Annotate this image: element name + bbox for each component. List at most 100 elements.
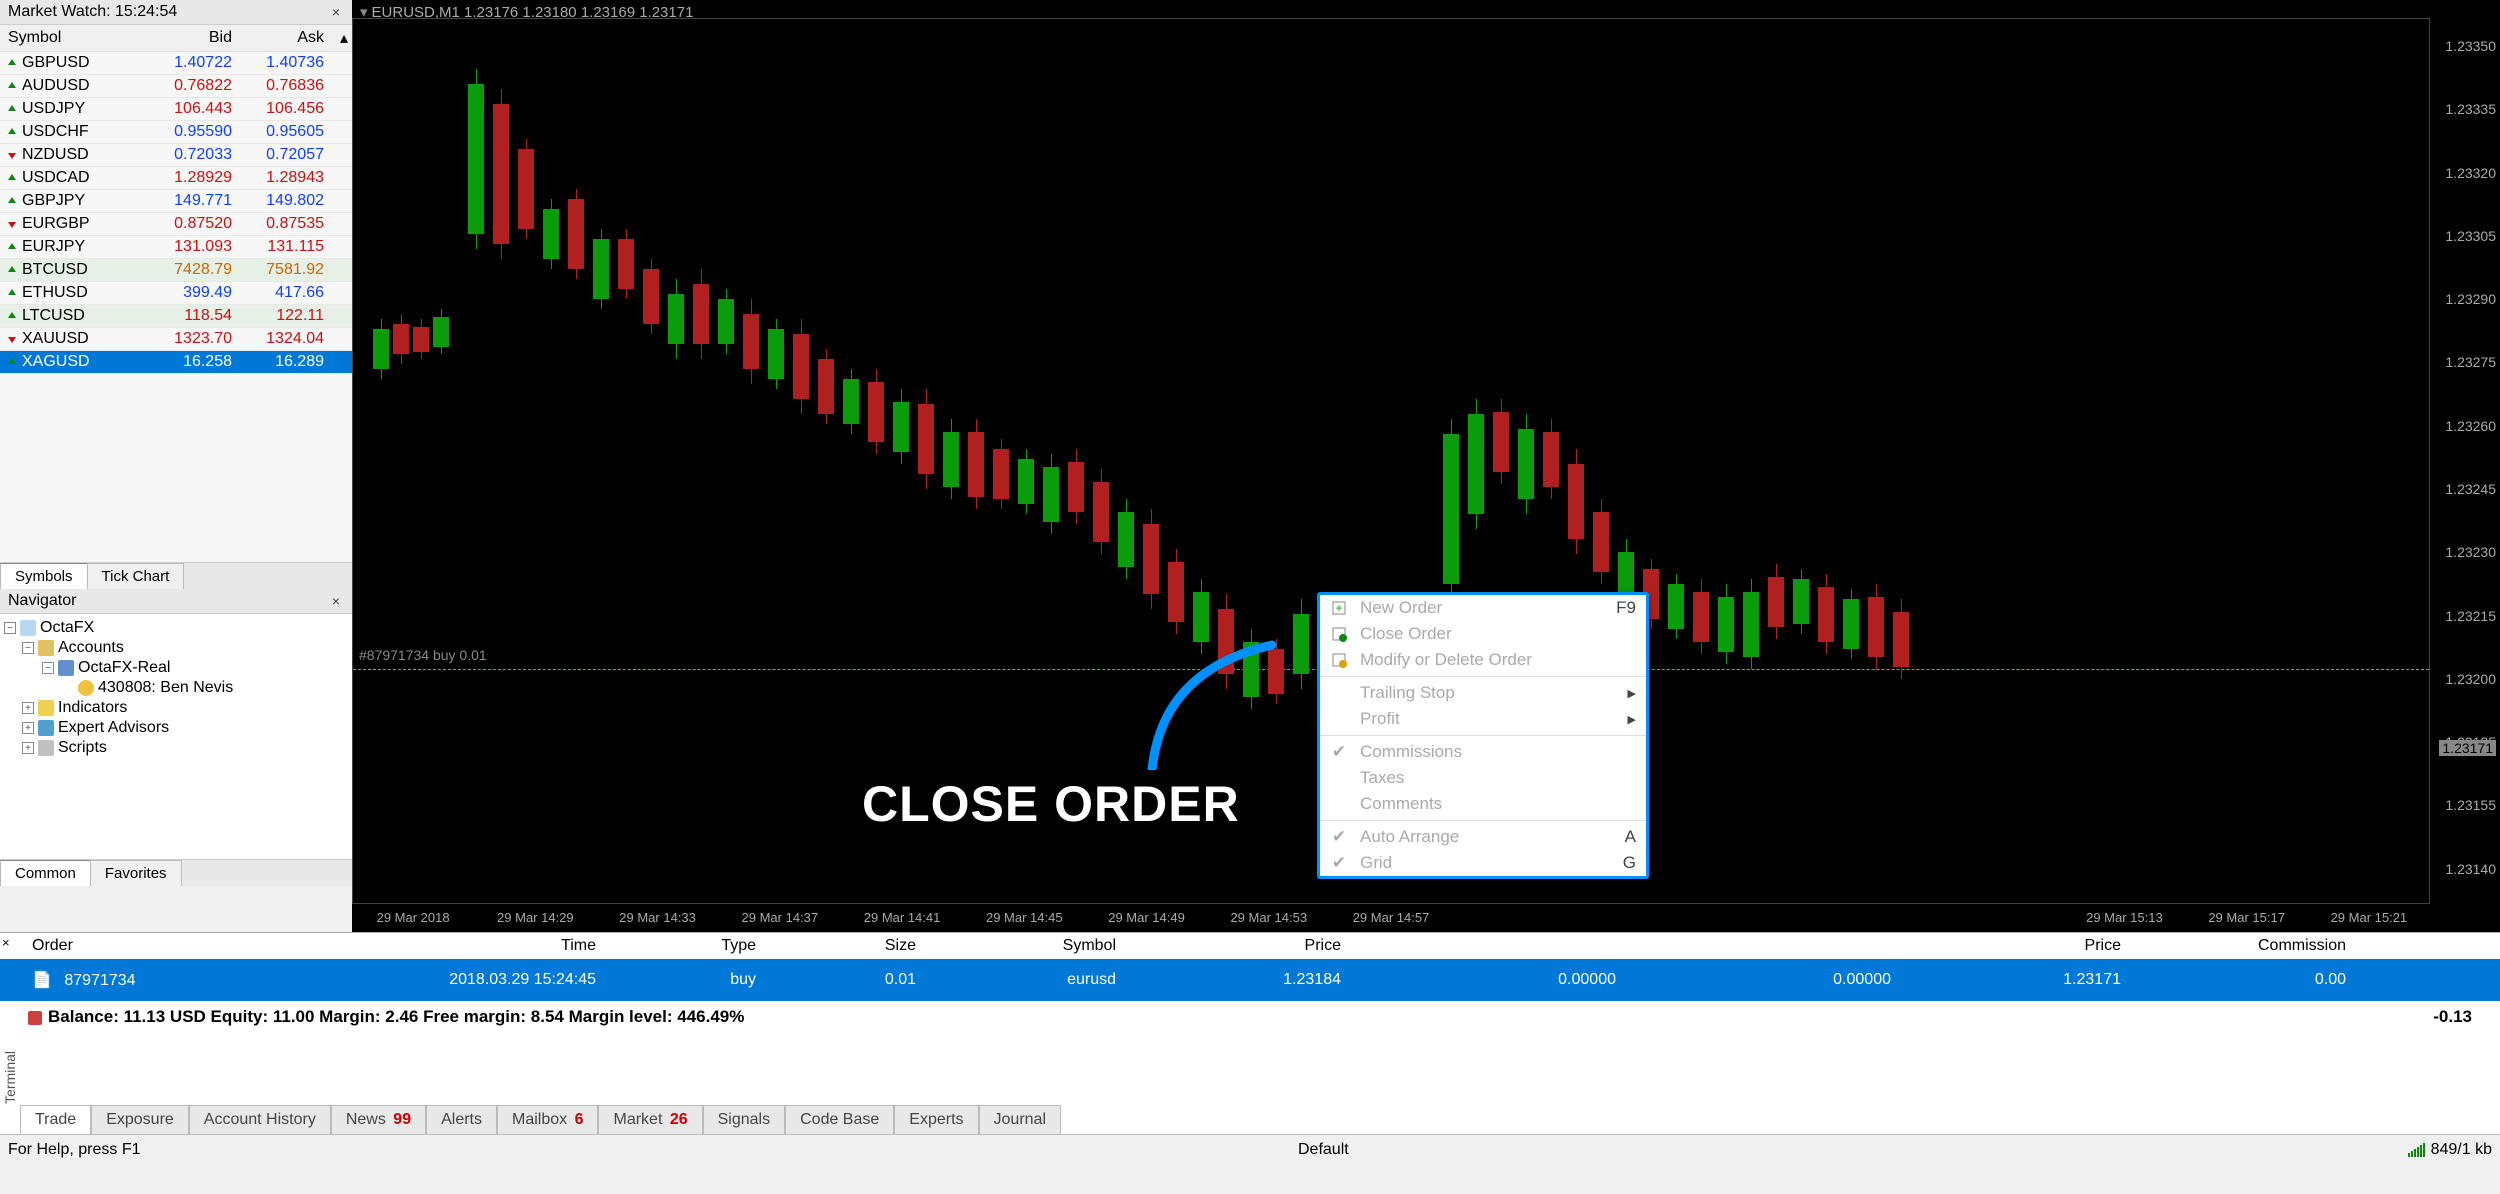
menu-item[interactable]: +New OrderF9 <box>1320 595 1646 621</box>
menu-item[interactable]: Profit▶ <box>1320 706 1646 732</box>
status-traffic: 849/1 kb <box>2431 1141 2492 1159</box>
terminal-tab[interactable]: Exposure <box>91 1105 189 1134</box>
market-watch-close-icon[interactable]: × <box>328 4 344 20</box>
status-profile[interactable]: Default <box>1298 1141 1998 1159</box>
menu-icon <box>1328 684 1350 702</box>
market-watch-row[interactable]: GBPJPY149.771149.802 <box>0 190 352 213</box>
tab-symbols[interactable]: Symbols <box>0 563 88 589</box>
th-time[interactable]: Time <box>244 937 604 955</box>
candle <box>793 319 809 414</box>
mw-col-bid[interactable]: Bid <box>135 29 240 47</box>
menu-item[interactable]: Modify or Delete Order <box>1320 647 1646 673</box>
terminal-tab[interactable]: Market 26 <box>598 1105 702 1134</box>
th-swap[interactable]: Swap <box>2354 937 2500 955</box>
tree-node[interactable]: +Scripts <box>4 738 348 758</box>
price-tick: 1.23215 <box>2445 608 2496 624</box>
menu-item[interactable]: Close Order <box>1320 621 1646 647</box>
market-watch-row[interactable]: BTCUSD7428.797581.92 <box>0 259 352 282</box>
ask-cell: 1.28943 <box>240 169 332 187</box>
market-watch-row[interactable]: XAUUSD1323.701324.04 <box>0 328 352 351</box>
time-tick <box>1452 904 1574 932</box>
ask-cell: 1.40736 <box>240 54 332 72</box>
tree-node[interactable]: − Accounts <box>4 638 348 658</box>
terminal-tab[interactable]: Mailbox 6 <box>497 1105 598 1134</box>
tree-node[interactable]: +Expert Advisors <box>4 718 348 738</box>
menu-item[interactable]: Comments <box>1320 791 1646 817</box>
market-watch-row[interactable]: NZDUSD0.720330.72057 <box>0 144 352 167</box>
th-symbol[interactable]: Symbol <box>924 937 1124 955</box>
node-icon <box>38 640 54 656</box>
navigator-body[interactable]: −OctaFX−Accounts−OctaFX-Real430808: Ben … <box>0 614 352 859</box>
menu-label: Comments <box>1360 794 1636 814</box>
terminal-tab[interactable]: Signals <box>703 1105 785 1134</box>
expand-icon[interactable]: + <box>22 742 34 754</box>
expand-icon[interactable]: + <box>22 702 34 714</box>
collapse-icon[interactable]: − <box>22 642 34 654</box>
tab-badge: 26 <box>670 1111 688 1128</box>
market-watch-row[interactable]: GBPUSD1.407221.40736 <box>0 52 352 75</box>
terminal-order-row[interactable]: 📄 87971734 2018.03.29 15:24:45 buy 0.01 … <box>0 959 2500 1001</box>
th-order[interactable]: Order <box>24 937 244 955</box>
th-size[interactable]: Size <box>764 937 924 955</box>
tab-tick-chart[interactable]: Tick Chart <box>87 563 185 589</box>
navigator-close-icon[interactable]: × <box>328 593 344 609</box>
tree-node[interactable]: −OctaFX <box>4 618 348 638</box>
market-watch-row[interactable]: EURGBP0.875200.87535 <box>0 213 352 236</box>
scroll-up-icon[interactable]: ▴ <box>332 28 352 48</box>
market-watch-row[interactable]: AUDUSD0.768220.76836 <box>0 75 352 98</box>
tr-tp: 0.00000 <box>1624 971 1899 989</box>
menu-item[interactable]: ✔GridG <box>1320 850 1646 876</box>
terminal-balance-row: Balance: 11.13 USD Equity: 11.00 Margin:… <box>0 1001 2500 1033</box>
th-price2[interactable]: Price <box>1899 937 2129 955</box>
symbol-cell: BTCUSD <box>0 261 135 279</box>
terminal-tab[interactable]: Experts <box>894 1105 978 1134</box>
mw-col-ask[interactable]: Ask <box>240 29 332 47</box>
tab-common[interactable]: Common <box>0 860 91 886</box>
th-type[interactable]: Type <box>604 937 764 955</box>
menu-label: Modify or Delete Order <box>1360 650 1636 670</box>
tree-node[interactable]: 430808: Ben Nevis <box>4 678 348 698</box>
mw-col-symbol[interactable]: Symbol <box>0 29 135 47</box>
terminal-tab[interactable]: Code Base <box>785 1105 894 1134</box>
expand-icon[interactable]: + <box>22 722 34 734</box>
candle <box>1293 599 1309 689</box>
menu-item[interactable]: ✔Auto ArrangeA <box>1320 824 1646 850</box>
menu-label: Profit <box>1360 709 1628 729</box>
market-watch-row[interactable]: USDCHF0.955900.95605 <box>0 121 352 144</box>
chart-area[interactable]: ▾ EURUSD,M1 1.23176 1.23180 1.23169 1.23… <box>352 0 2500 932</box>
collapse-icon[interactable]: − <box>42 662 54 674</box>
tree-node[interactable]: +Indicators <box>4 698 348 718</box>
market-watch-body[interactable]: GBPUSD1.407221.40736AUDUSD0.768220.76836… <box>0 52 352 562</box>
collapse-icon[interactable]: − <box>4 622 16 634</box>
node-label: Accounts <box>58 639 124 657</box>
terminal-close-icon[interactable]: × <box>2 935 10 950</box>
tree-node[interactable]: −OctaFX-Real <box>4 658 348 678</box>
menu-item[interactable]: Taxes <box>1320 765 1646 791</box>
symbol-cell: LTCUSD <box>0 307 135 325</box>
time-tick: 29 Mar 15:13 <box>2063 904 2185 932</box>
market-watch-row[interactable]: ETHUSD399.49417.66 <box>0 282 352 305</box>
bid-cell: 131.093 <box>135 238 240 256</box>
market-watch-row[interactable]: EURJPY131.093131.115 <box>0 236 352 259</box>
node-icon <box>38 720 54 736</box>
terminal-tab[interactable]: News 99 <box>331 1105 426 1134</box>
terminal-side-label: Terminal <box>2 1051 18 1104</box>
tab-favorites[interactable]: Favorites <box>90 860 182 886</box>
terminal-tab[interactable]: Account History <box>189 1105 331 1134</box>
bid-cell: 1323.70 <box>135 330 240 348</box>
terminal-tab[interactable]: Alerts <box>426 1105 497 1134</box>
th-commission[interactable]: Commission <box>2129 937 2354 955</box>
menu-label: Auto Arrange <box>1360 827 1625 847</box>
tr-commission: 0.00 <box>2129 971 2354 989</box>
menu-item[interactable]: ✔Commissions <box>1320 739 1646 765</box>
terminal-tab[interactable]: Journal <box>979 1105 1061 1134</box>
market-watch-row[interactable]: USDJPY106.443106.456 <box>0 98 352 121</box>
th-price1[interactable]: Price <box>1124 937 1349 955</box>
terminal-tab[interactable]: Trade <box>20 1105 91 1134</box>
submenu-arrow-icon: ▶ <box>1628 713 1636 726</box>
menu-item[interactable]: Trailing Stop▶ <box>1320 680 1646 706</box>
market-watch-row[interactable]: XAGUSD16.25816.289 <box>0 351 352 374</box>
time-tick: 29 Mar 14:33 <box>596 904 718 932</box>
market-watch-row[interactable]: USDCAD1.289291.28943 <box>0 167 352 190</box>
market-watch-row[interactable]: LTCUSD118.54122.11 <box>0 305 352 328</box>
